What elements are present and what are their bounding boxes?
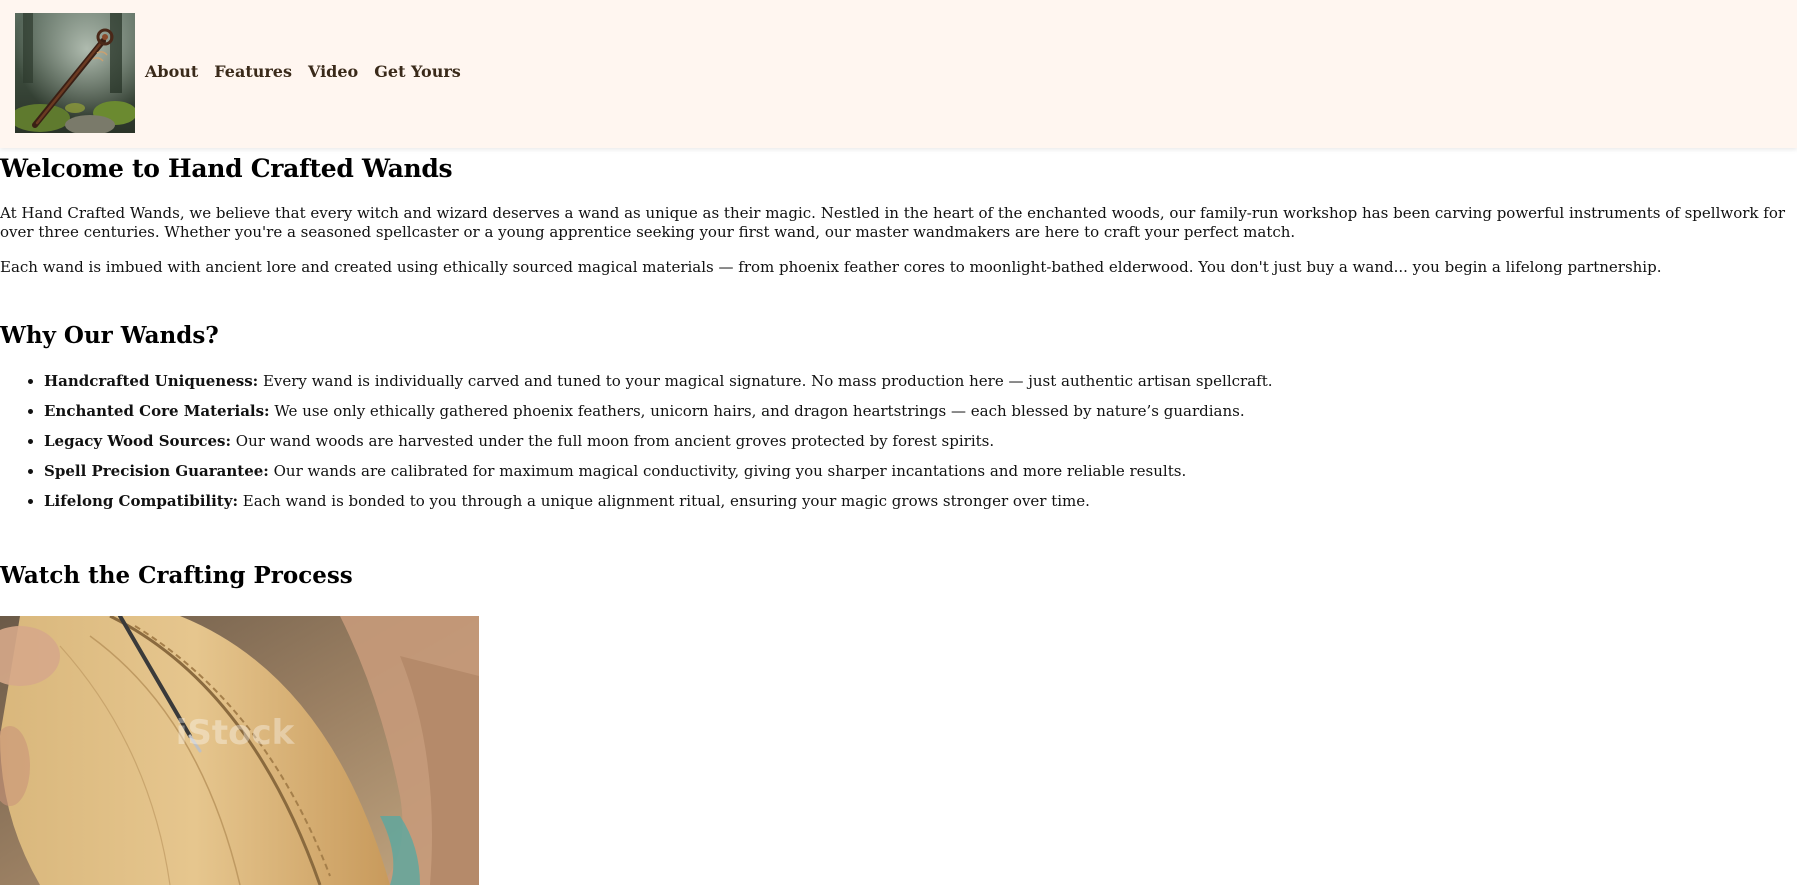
nav-link-video[interactable]: Video <box>308 62 358 81</box>
feature-text: We use only ethically gathered phoenix f… <box>269 402 1245 420</box>
about-paragraph-1: At Hand Crafted Wands, we believe that e… <box>0 204 1786 241</box>
main-nav: About Features Video Get Yours <box>145 62 461 81</box>
feature-name: Legacy Wood Sources: <box>44 432 232 450</box>
feature-text: Every wand is individually carved and tu… <box>258 372 1273 390</box>
wand-logo-illustration <box>15 13 135 133</box>
feature-text: Our wands are calibrated for maximum mag… <box>268 462 1187 480</box>
nav-link-about[interactable]: About <box>145 62 198 81</box>
feature-name: Enchanted Core Materials: <box>44 402 270 420</box>
site-header: About Features Video Get Yours <box>0 0 1797 148</box>
features-heading: Why Our Wands? <box>0 322 219 349</box>
about-heading: Welcome to Hand Crafted Wands <box>0 154 453 183</box>
feature-item: Lifelong Compatibility: Each wand is bon… <box>44 491 1273 511</box>
wand-logo-image[interactable] <box>15 13 135 133</box>
feature-text: Our wand woods are harvested under the f… <box>231 432 995 450</box>
feature-name: Spell Precision Guarantee: <box>44 462 269 480</box>
video-heading: Watch the Crafting Process <box>0 562 353 589</box>
feature-name: Lifelong Compatibility: <box>44 492 238 510</box>
about-paragraph-2: Each wand is imbued with ancient lore an… <box>0 258 1662 276</box>
feature-item: Enchanted Core Materials: We use only et… <box>44 401 1273 421</box>
feature-text: Each wand is bonded to you through a uni… <box>237 492 1090 510</box>
feature-item: Spell Precision Guarantee: Our wands are… <box>44 461 1273 481</box>
nav-link-get-yours[interactable]: Get Yours <box>374 62 461 81</box>
feature-name: Handcrafted Uniqueness: <box>44 372 259 390</box>
crafting-video[interactable]: iStock <box>0 616 479 885</box>
feature-item: Handcrafted Uniqueness: Every wand is in… <box>44 371 1273 391</box>
video-thumbnail: iStock <box>0 616 479 885</box>
video-watermark: iStock <box>176 713 296 753</box>
nav-link-features[interactable]: Features <box>214 62 292 81</box>
features-list: Handcrafted Uniqueness: Every wand is in… <box>0 371 1273 521</box>
feature-item: Legacy Wood Sources: Our wand woods are … <box>44 431 1273 451</box>
